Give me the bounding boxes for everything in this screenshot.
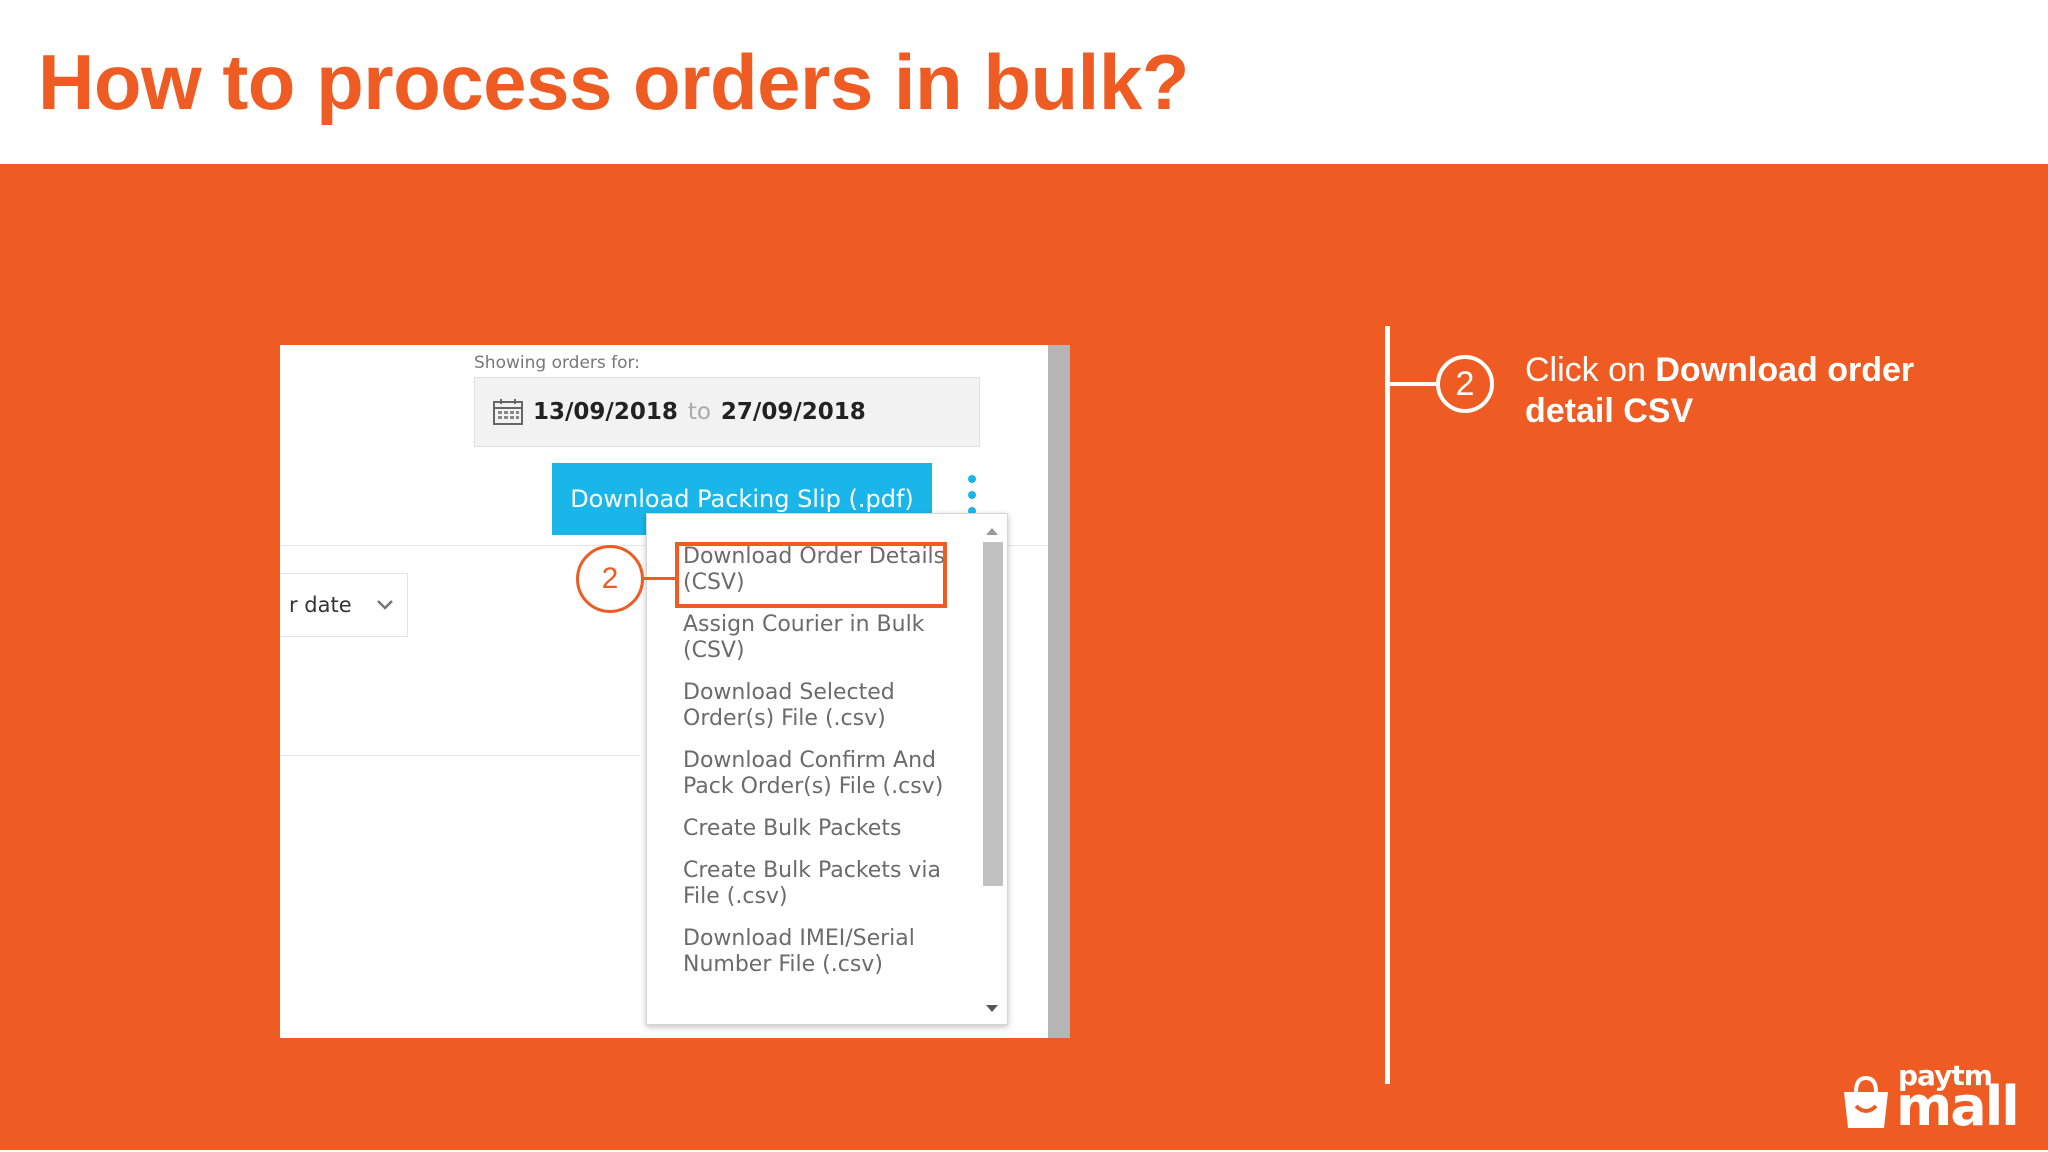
menu-item-create-bulk-packets-file[interactable]: Create Bulk Packets via File (.csv)	[683, 858, 953, 910]
date-range-picker[interactable]: 13/09/2018 to 27/09/2018	[474, 377, 980, 447]
menu-item-download-imei[interactable]: Download IMEI/Serial Number File (.csv)	[683, 926, 953, 978]
menu-item-create-bulk-packets[interactable]: Create Bulk Packets	[683, 816, 953, 842]
sort-label: r date	[289, 593, 352, 617]
menu-item-assign-courier[interactable]: Assign Courier in Bulk (CSV)	[683, 612, 953, 664]
shopping-bag-icon	[1844, 1075, 1888, 1128]
instruction-prefix: Click on	[1525, 351, 1656, 389]
menu-item-download-selected-orders[interactable]: Download Selected Order(s) File (.csv)	[683, 680, 953, 732]
instruction-text: Click on Download order detail CSV	[1525, 350, 1985, 432]
logo-mall-text: mall	[1896, 1075, 2020, 1138]
date-to: 27/09/2018	[720, 399, 866, 425]
date-from: 13/09/2018	[533, 399, 678, 425]
scroll-thumb[interactable]	[983, 542, 1003, 886]
callout-number: 2	[576, 545, 644, 613]
divider	[280, 755, 640, 756]
page-scrollbar[interactable]	[1048, 345, 1070, 1038]
timeline-tick	[1390, 382, 1438, 386]
timeline-line	[1385, 326, 1390, 1084]
sort-dropdown[interactable]: r date	[280, 573, 408, 637]
date-to-separator: to	[687, 399, 711, 425]
kebab-menu-icon[interactable]	[965, 475, 979, 515]
highlight-box	[675, 542, 947, 608]
screenshot-panel: Showing orders for: 13/09/2018 to 27/09/…	[280, 345, 1070, 1038]
showing-orders-label: Showing orders for:	[474, 353, 640, 373]
scroll-down-arrow-icon[interactable]	[986, 1005, 998, 1012]
calendar-icon	[493, 399, 523, 425]
scroll-up-arrow-icon[interactable]	[986, 528, 998, 535]
callout-connector	[644, 577, 675, 580]
menu-scrollbar[interactable]	[981, 520, 1003, 1020]
chevron-down-icon	[376, 600, 393, 610]
page-title: How to process orders in bulk?	[38, 38, 1189, 126]
menu-item-download-confirm-pack[interactable]: Download Confirm And Pack Order(s) File …	[683, 748, 953, 800]
paytm-mall-logo: paytm mall	[1840, 1062, 2020, 1138]
step-number: 2	[1436, 355, 1494, 413]
